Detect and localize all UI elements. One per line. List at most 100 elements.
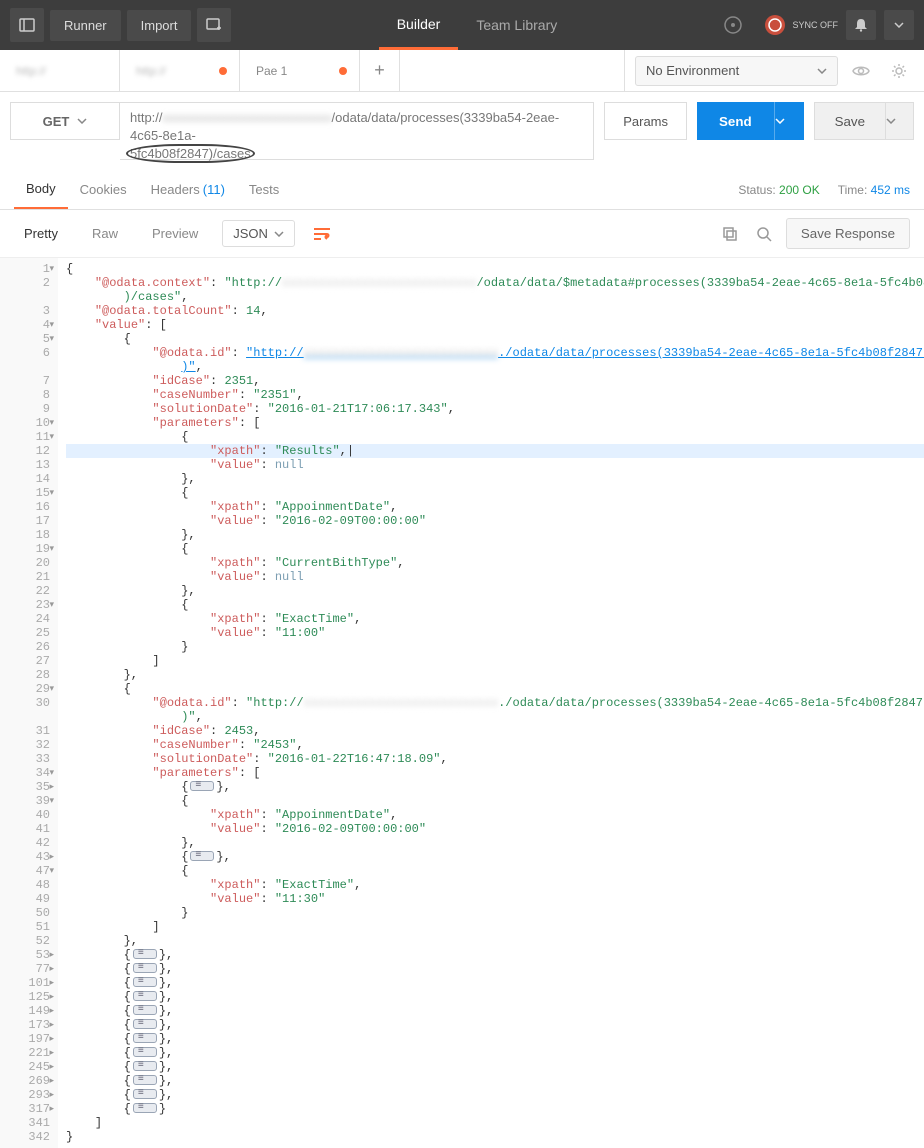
fold-toggle[interactable]: ▸ [49,1004,54,1018]
code-line[interactable]: { [66,864,924,878]
pretty-button[interactable]: Pretty [14,220,68,247]
code-line[interactable]: "parameters": [ [66,416,924,430]
code-line[interactable]: {}, [66,780,924,794]
fold-toggle[interactable]: ▾ [49,318,54,332]
code-line[interactable]: { [66,262,924,276]
code-line[interactable]: "xpath": "Results",| [66,444,924,458]
code-line[interactable]: )", [66,710,924,724]
fold-toggle[interactable]: ▸ [49,1046,54,1060]
code-line[interactable]: "xpath": "CurrentBithType", [66,556,924,570]
fold-toggle[interactable]: ▾ [49,682,54,696]
code-line[interactable]: "caseNumber": "2351", [66,388,924,402]
code-line[interactable]: {}, [66,1074,924,1088]
raw-button[interactable]: Raw [82,220,128,247]
code-line[interactable]: { [66,598,924,612]
new-tab-button[interactable]: + [360,50,400,91]
code-line[interactable]: "idCase": 2453, [66,724,924,738]
code-line[interactable]: "xpath": "AppoinmentDate", [66,500,924,514]
code-line[interactable]: "value": null [66,570,924,584]
fold-toggle[interactable]: ▾ [49,416,54,430]
fold-toggle[interactable]: ▾ [49,332,54,346]
fold-toggle[interactable]: ▸ [49,1102,54,1116]
response-tab-body[interactable]: Body [14,170,68,209]
quick-look-button[interactable] [846,56,876,86]
code-line[interactable]: "solutionDate": "2016-01-21T17:06:17.343… [66,402,924,416]
request-tab-2[interactable]: http:// [120,50,240,91]
code-line[interactable]: "value": "2016-02-09T00:00:00" [66,514,924,528]
code-line[interactable]: {}, [66,990,924,1004]
code-line[interactable]: "value": "11:30" [66,892,924,906]
format-select[interactable]: JSON [222,220,295,247]
code-line[interactable]: }, [66,668,924,682]
toggle-sidebar-button[interactable] [10,8,44,42]
code-line[interactable]: { [66,542,924,556]
code-line[interactable]: "solutionDate": "2016-01-22T16:47:18.09"… [66,752,924,766]
url-input[interactable]: http://xxxxxxxxxxxxxxxxxxxxxxxxxx/odata/… [120,102,594,160]
send-dropdown-button[interactable] [774,102,804,140]
response-tab-tests[interactable]: Tests [237,170,291,209]
code-line[interactable]: "xpath": "ExactTime", [66,612,924,626]
env-settings-button[interactable] [884,56,914,86]
code-line[interactable]: "caseNumber": "2453", [66,738,924,752]
code-line[interactable]: { [66,486,924,500]
params-button[interactable]: Params [604,102,687,140]
code-line[interactable]: "@odata.id": "http://xxxxxxxxxxxxxxxxxxx… [66,696,924,710]
code-line[interactable]: }, [66,934,924,948]
fold-toggle[interactable]: ▸ [49,850,54,864]
code-line[interactable]: {}, [66,962,924,976]
code-line[interactable]: {}, [66,1004,924,1018]
save-dropdown-button[interactable] [886,102,914,140]
fold-toggle[interactable]: ▸ [49,990,54,1004]
code-line[interactable]: }, [66,528,924,542]
code-line[interactable]: )", [66,360,924,374]
code-line[interactable]: ] [66,654,924,668]
copy-response-button[interactable] [718,222,742,246]
fold-toggle[interactable]: ▸ [49,1088,54,1102]
runner-button[interactable]: Runner [50,10,121,41]
code-line[interactable]: {} [66,1102,924,1116]
code-line[interactable]: "value": [ [66,318,924,332]
code-line[interactable]: }, [66,472,924,486]
code-line[interactable]: {}, [66,948,924,962]
code-line[interactable]: { [66,682,924,696]
code-line[interactable]: {}, [66,1032,924,1046]
fold-toggle[interactable]: ▸ [49,1032,54,1046]
code-line[interactable]: {}, [66,1046,924,1060]
fold-toggle[interactable]: ▾ [49,864,54,878]
response-tab-headers[interactable]: Headers (11) [139,170,237,209]
code-line[interactable]: { [66,430,924,444]
code-line[interactable]: } [66,640,924,654]
tab-team-library[interactable]: Team Library [458,0,575,50]
fold-toggle[interactable]: ▸ [49,1018,54,1032]
tab-builder[interactable]: Builder [379,0,459,50]
send-button[interactable]: Send [697,102,774,140]
interceptor-button[interactable] [716,8,750,42]
environment-select[interactable]: No Environment [635,56,838,86]
fold-toggle[interactable]: ▸ [49,1060,54,1074]
code-line[interactable]: }, [66,584,924,598]
user-menu-button[interactable] [884,10,914,40]
code-line[interactable]: "value": null [66,458,924,472]
code-line[interactable]: )/cases", [66,290,924,304]
request-tab-1[interactable]: http:// [0,50,120,91]
code-line[interactable]: "xpath": "ExactTime", [66,878,924,892]
save-button[interactable]: Save [814,102,886,140]
code-line[interactable]: "idCase": 2351, [66,374,924,388]
code-line[interactable]: {}, [66,850,924,864]
code-line[interactable]: {}, [66,976,924,990]
code-line[interactable]: } [66,1130,924,1144]
new-window-button[interactable] [197,8,231,42]
code-line[interactable]: "value": "2016-02-09T00:00:00" [66,822,924,836]
code-line[interactable]: "@odata.totalCount": 14, [66,304,924,318]
save-response-button[interactable]: Save Response [786,218,910,249]
wrap-lines-button[interactable] [309,223,335,245]
sync-status[interactable]: SYNC OFF [764,14,838,36]
search-response-button[interactable] [752,222,776,246]
fold-toggle[interactable]: ▾ [49,598,54,612]
response-body[interactable]: 1▾234▾5▾678910▾11▾12131415▾16171819▾2021… [0,258,924,1148]
fold-toggle[interactable]: ▸ [49,780,54,794]
code-line[interactable]: "value": "11:00" [66,626,924,640]
code-line[interactable]: { [66,794,924,808]
fold-toggle[interactable]: ▾ [49,794,54,808]
code-line[interactable]: {}, [66,1018,924,1032]
